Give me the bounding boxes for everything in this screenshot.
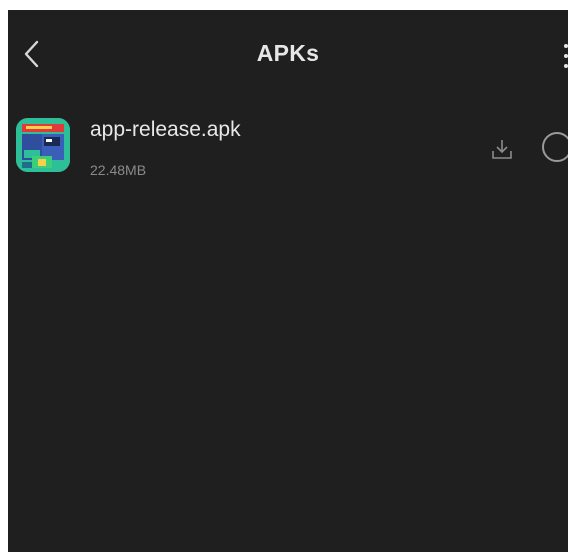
select-checkbox[interactable] (542, 132, 568, 162)
download-icon (492, 140, 512, 159)
menu-dot (564, 64, 568, 68)
menu-dot (564, 54, 568, 58)
apks-screen: APKs app-release.apk 22.48MB (8, 10, 568, 552)
more-options-button[interactable] (562, 44, 568, 68)
apk-app-icon-graphic (16, 118, 70, 172)
top-app-bar: APKs (8, 10, 568, 106)
file-name: app-release.apk (90, 118, 241, 141)
page-title: APKs (256, 40, 320, 66)
install-button[interactable] (487, 134, 517, 164)
file-list-item[interactable]: app-release.apk 22.48MB (8, 110, 568, 190)
more-vertical-icon (564, 44, 568, 48)
file-size: 22.48MB (90, 162, 147, 178)
apk-app-icon (16, 118, 70, 172)
